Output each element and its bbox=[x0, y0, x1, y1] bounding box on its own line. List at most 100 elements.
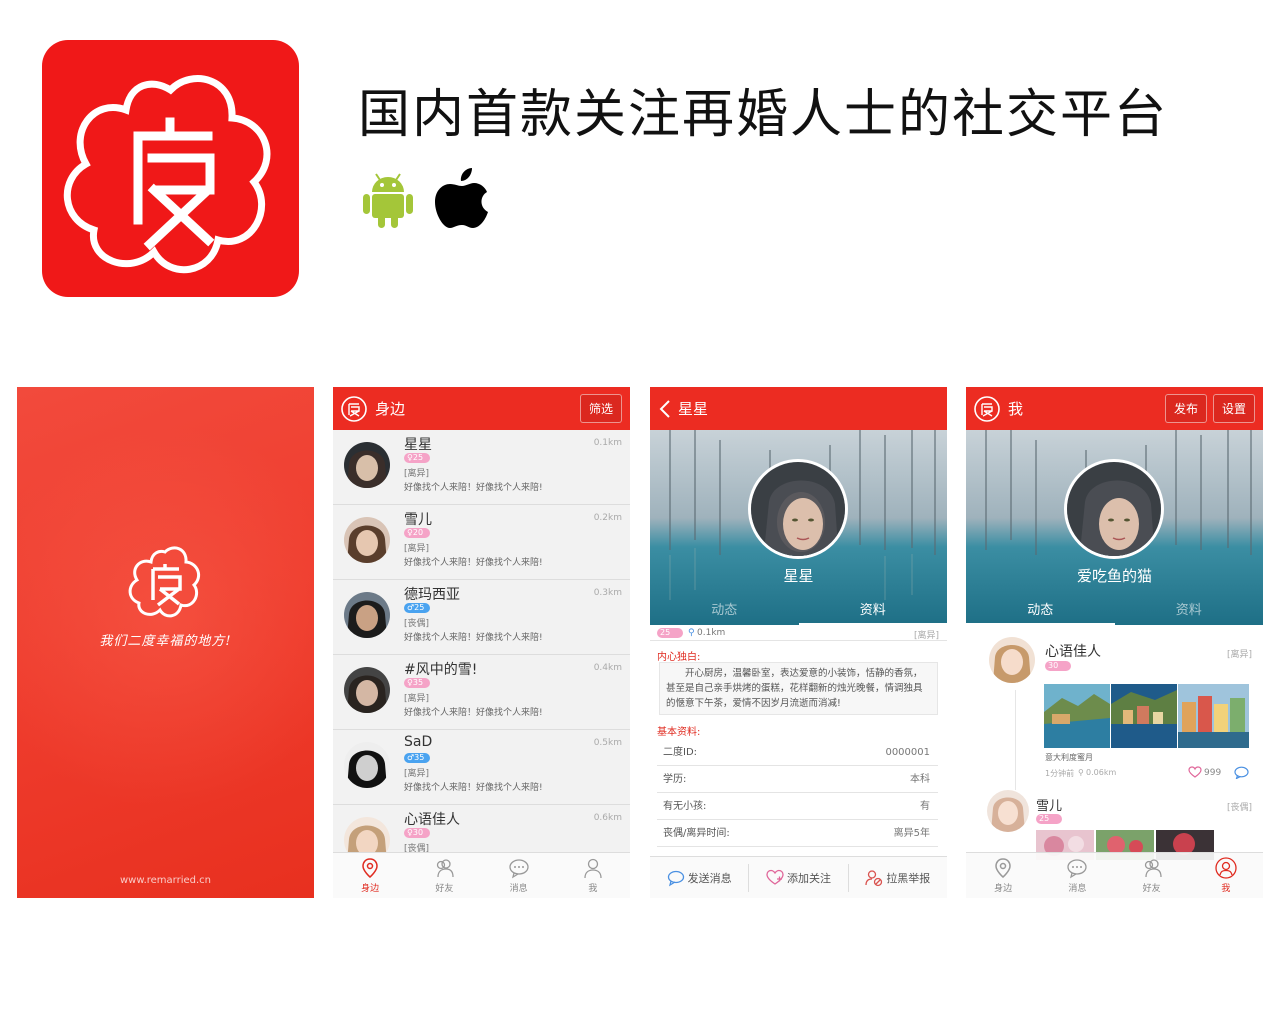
person-name: 心语佳人 bbox=[404, 812, 460, 828]
tab-moments[interactable]: 动态 bbox=[650, 598, 799, 625]
me-tabs: 动态 资料 bbox=[966, 598, 1263, 625]
apple-icon bbox=[434, 166, 490, 234]
tab-info[interactable]: 资料 bbox=[798, 598, 947, 625]
action-label: 发送消息 bbox=[687, 871, 732, 885]
field-id: 二度ID: 0000001 bbox=[657, 739, 938, 766]
me-screen: 我 发布 设置 爱吃鱼的猫 动态 资料 心语佳人 30 [离异] 意大利度蜜月 … bbox=[966, 387, 1263, 898]
tab-info[interactable]: 资料 bbox=[1115, 598, 1264, 625]
nav-me[interactable]: 我 bbox=[1189, 853, 1263, 898]
avatar bbox=[344, 817, 390, 852]
nearby-screen: 身边 筛选 星星 ♀25 [离异] 好像找个人来陪！好像找个人来陪! 0.1km 雪儿 ♀2… bbox=[333, 387, 630, 898]
age-badge: ♀20 bbox=[404, 528, 430, 538]
field-label: 有无小孩: bbox=[663, 801, 707, 812]
avatar bbox=[987, 790, 1029, 832]
person-name: #风中的雪! bbox=[404, 662, 478, 678]
post-distance: 0.06km bbox=[1086, 768, 1117, 777]
signature: 好像找个人来陪！好像找个人来陪! bbox=[404, 558, 543, 568]
person-name: 星星 bbox=[404, 437, 432, 453]
feed-post: 心语佳人 30 [离异] 意大利度蜜月 1分钟前 ⚲ 0.06km 999 bbox=[966, 625, 1263, 790]
person-icon bbox=[1215, 857, 1237, 879]
marital-status: [离异] bbox=[404, 769, 430, 779]
field-value: 本科 bbox=[910, 774, 930, 785]
nav-label: 我 bbox=[588, 884, 598, 894]
nav-label: 好友 bbox=[435, 884, 454, 894]
profile-title: 星星 bbox=[678, 400, 709, 418]
nav-messages[interactable]: 消息 bbox=[482, 853, 556, 898]
profile-name: 星星 bbox=[783, 567, 814, 585]
list-item[interactable]: 德玛西亚 ♂25 [丧偶] 好像找个人来陪！好像找个人来陪! 0.3km bbox=[333, 580, 630, 655]
monologue-label: 内心独白: bbox=[657, 652, 701, 663]
post-photo-1[interactable] bbox=[1044, 684, 1110, 752]
location-pin-icon bbox=[362, 858, 378, 878]
action-label: 拉黑举报 bbox=[886, 871, 931, 885]
age-badge: 30 bbox=[1045, 661, 1071, 671]
field-label: 丧偶/离异时间: bbox=[663, 828, 730, 839]
list-item[interactable]: 雪儿 ♀20 [离异] 好像找个人来陪！好像找个人来陪! 0.2km bbox=[333, 505, 630, 580]
back-arrow-icon[interactable] bbox=[658, 399, 672, 419]
avatar bbox=[989, 637, 1035, 683]
send-message-button[interactable]: 发送消息 bbox=[650, 863, 750, 892]
nav-label: 消息 bbox=[1068, 884, 1087, 894]
field-value: 0000001 bbox=[885, 747, 930, 758]
nearby-title: 身边 bbox=[375, 400, 406, 418]
splash-logo-icon bbox=[125, 542, 205, 626]
splash-slogan: 我们二度幸福的地方! bbox=[99, 634, 232, 649]
field-education: 学历: 本科 bbox=[657, 766, 938, 793]
avatar bbox=[344, 592, 390, 638]
nav-label: 好友 bbox=[1142, 884, 1161, 894]
profile-meta: 25 ⚲ 0.1km [离异] bbox=[650, 625, 947, 641]
nav-friends[interactable]: 好友 bbox=[1115, 853, 1189, 898]
age-badge: 25 bbox=[657, 628, 683, 638]
me-title: 我 bbox=[1008, 400, 1024, 418]
marital-status: [丧偶] bbox=[404, 619, 430, 629]
list-item[interactable]: SaD ♂35 [离异] 好像找个人来陪！好像找个人来陪! 0.5km bbox=[333, 730, 630, 805]
like-count: 999 bbox=[1204, 768, 1222, 778]
person-icon bbox=[584, 858, 602, 879]
age-badge: ♀25 bbox=[404, 453, 430, 463]
location-pin-icon: ⚲ bbox=[688, 628, 695, 638]
signature: 好像找个人来陪！好像找个人来陪! bbox=[404, 633, 543, 643]
profile-action-bar: 发送消息 添加关注 拉黑举报 bbox=[650, 856, 947, 898]
nav-friends[interactable]: 好友 bbox=[407, 853, 481, 898]
list-item[interactable]: 星星 ♀25 [离异] 好像找个人来陪！好像找个人来陪! 0.1km bbox=[333, 430, 630, 505]
age-value: 20 bbox=[412, 528, 424, 537]
list-item[interactable]: 心语佳人 ♀30 [丧偶] 0.6km bbox=[333, 805, 630, 852]
distance: 0.1km bbox=[593, 438, 622, 448]
filter-button[interactable]: 筛选 bbox=[579, 394, 622, 423]
block-user-icon bbox=[865, 869, 883, 886]
android-icon bbox=[362, 170, 414, 234]
nav-nearby[interactable]: 身边 bbox=[966, 853, 1040, 898]
distance: 0.2km bbox=[593, 513, 622, 523]
splash-screen: 我们二度幸福的地方! www.remarried.cn bbox=[17, 387, 314, 898]
field-value: 有 bbox=[920, 801, 930, 812]
field-children: 有无小孩: 有 bbox=[657, 793, 938, 820]
follow-button[interactable]: 添加关注 bbox=[749, 863, 849, 892]
app-logo-icon bbox=[974, 395, 1000, 422]
bottom-nav: 身边 好友 消息 我 bbox=[333, 852, 630, 898]
nav-nearby[interactable]: 身边 bbox=[333, 853, 407, 898]
field-label: 学历: bbox=[663, 774, 687, 785]
nav-messages[interactable]: 消息 bbox=[1040, 853, 1114, 898]
settings-button[interactable]: 设置 bbox=[1212, 394, 1255, 423]
nav-label: 我 bbox=[1221, 884, 1231, 894]
age-badge: ♀35 bbox=[404, 678, 430, 688]
list-item[interactable]: #风中的雪! ♀35 [离异] 好像找个人来陪！好像找个人来陪! 0.4km bbox=[333, 655, 630, 730]
avatar bbox=[344, 442, 390, 488]
location-pin-icon: ⚲ bbox=[1078, 768, 1084, 777]
avatar bbox=[344, 742, 390, 788]
block-report-button[interactable]: 拉黑举报 bbox=[849, 864, 947, 892]
comment-icon[interactable] bbox=[1234, 766, 1249, 779]
nav-label: 消息 bbox=[509, 884, 528, 894]
publish-button[interactable]: 发布 bbox=[1164, 394, 1207, 423]
post-status: [离异] bbox=[1226, 650, 1252, 660]
heart-icon[interactable] bbox=[1188, 766, 1202, 778]
nav-me[interactable]: 我 bbox=[556, 853, 630, 898]
tab-moments[interactable]: 动态 bbox=[966, 598, 1115, 625]
avatar bbox=[344, 667, 390, 713]
avatar bbox=[344, 517, 390, 563]
post-photo-2[interactable] bbox=[1111, 684, 1177, 752]
marital-status: [离异] bbox=[404, 544, 430, 554]
friends-icon bbox=[1144, 859, 1162, 878]
post-photo-3[interactable] bbox=[1178, 684, 1249, 752]
basic-info-label: 基本资料: bbox=[657, 727, 701, 738]
